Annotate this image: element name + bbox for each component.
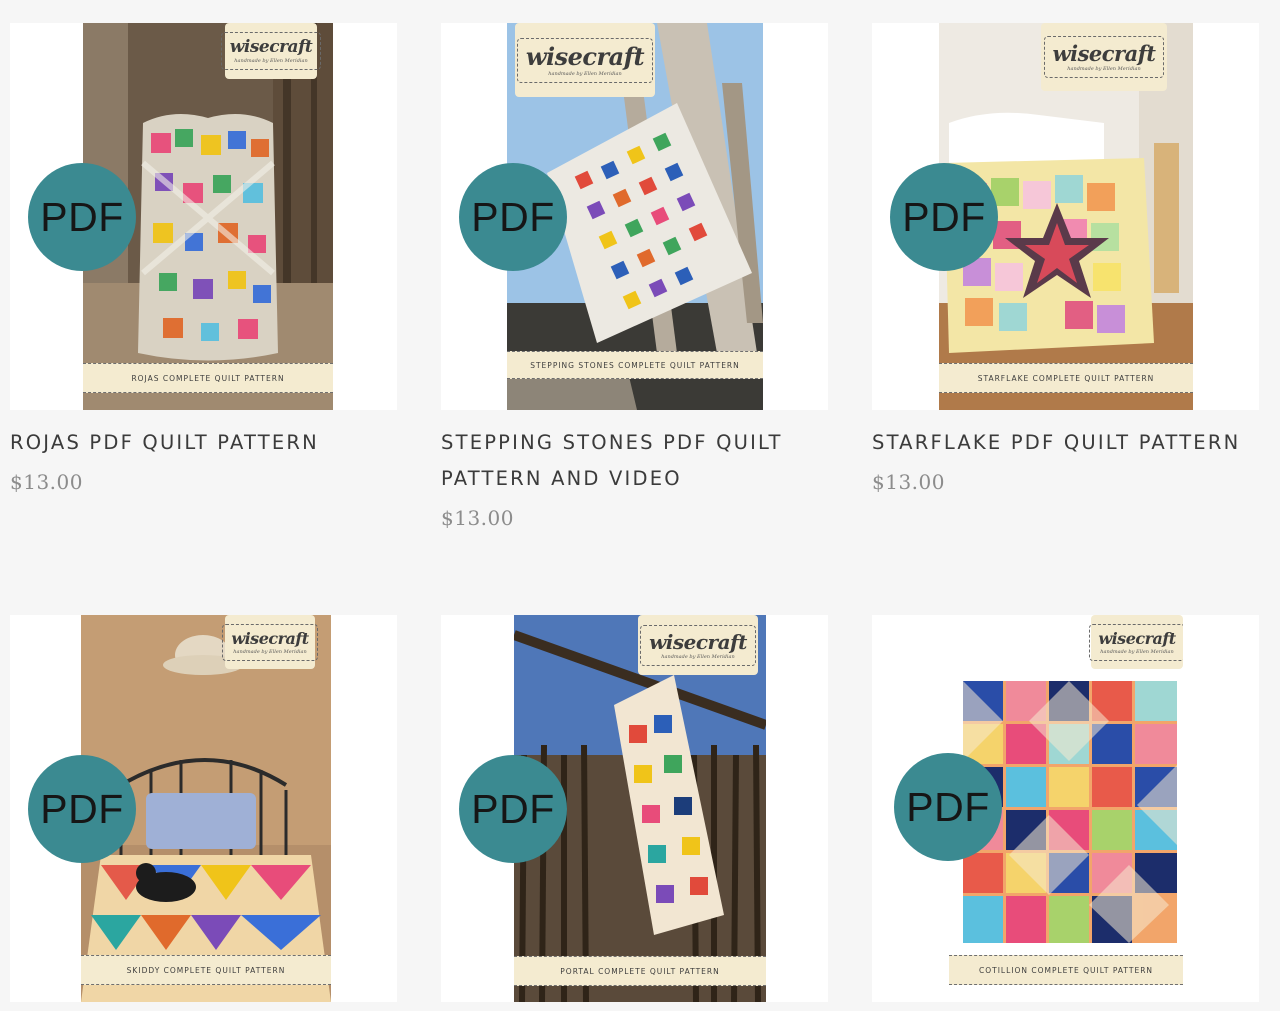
product-card: wisecraft handmade by Ellen Meridian ROJA… xyxy=(10,23,397,502)
product-title[interactable]: ROJAS PDF QUILT PATTERN xyxy=(10,425,397,461)
brand-logo: wisecraft handmade by Ellen Meridian xyxy=(1089,615,1183,669)
product-card: wisecraft handmade by Ellen Meridian SKID… xyxy=(10,615,397,1002)
product-title[interactable]: STEPPING STONES PDF QUILT PATTERN AND VI… xyxy=(441,425,828,497)
pdf-badge: PDF xyxy=(459,755,567,863)
product-image[interactable]: wisecraft handmade by Ellen Meridian SKID… xyxy=(10,615,397,1002)
product-price: $13.00 xyxy=(10,470,83,494)
cover-label: ROJAS COMPLETE QUILT PATTERN xyxy=(83,363,333,393)
brand-logo: wisecraft handmade by Ellen Meridian xyxy=(222,615,318,669)
product-image[interactable]: wisecraft handmade by Ellen Meridian STEP… xyxy=(441,23,828,410)
product-image[interactable]: wisecraft handmade by Ellen Meridian STAR… xyxy=(872,23,1259,410)
cover-label: STARFLAKE COMPLETE QUILT PATTERN xyxy=(939,363,1193,393)
pdf-badge: PDF xyxy=(894,753,1002,861)
brand-logo: wisecraft handmade by Ellen Meridian xyxy=(1041,23,1167,91)
product-title[interactable]: STARFLAKE PDF QUILT PATTERN xyxy=(872,425,1259,461)
product-image[interactable]: wisecraft handmade by Ellen Meridian ROJA… xyxy=(10,23,397,410)
cover-label: PORTAL COMPLETE QUILT PATTERN xyxy=(514,956,766,986)
product-image[interactable]: wisecraft handmade by Ellen Meridian PORT… xyxy=(441,615,828,1002)
cover-label: COTILLION COMPLETE QUILT PATTERN xyxy=(949,955,1183,985)
product-price: $13.00 xyxy=(441,506,514,530)
brand-logo: wisecraft handmade by Ellen Meridian xyxy=(220,23,322,79)
brand-logo: wisecraft handmade by Ellen Meridian xyxy=(515,23,655,97)
cover-label: STEPPING STONES COMPLETE QUILT PATTERN xyxy=(507,351,763,379)
product-image[interactable]: wisecraft handmade by Ellen Meridian COTI… xyxy=(872,615,1259,1002)
product-price: $13.00 xyxy=(872,470,945,494)
pdf-badge: PDF xyxy=(890,163,998,271)
product-card: wisecraft handmade by Ellen Meridian STEP… xyxy=(441,23,828,538)
product-grid: wisecraft handmade by Ellen Meridian ROJA… xyxy=(0,0,1280,1011)
product-card: wisecraft handmade by Ellen Meridian PORT… xyxy=(441,615,828,1002)
cover-label: SKIDDY COMPLETE QUILT PATTERN xyxy=(81,955,331,985)
pdf-badge: PDF xyxy=(28,755,136,863)
product-card: wisecraft handmade by Ellen Meridian COTI… xyxy=(872,615,1259,1002)
pdf-badge: PDF xyxy=(459,163,567,271)
product-card: wisecraft handmade by Ellen Meridian STAR… xyxy=(872,23,1259,502)
pdf-badge: PDF xyxy=(28,163,136,271)
brand-logo: wisecraft handmade by Ellen Meridian xyxy=(638,615,758,675)
